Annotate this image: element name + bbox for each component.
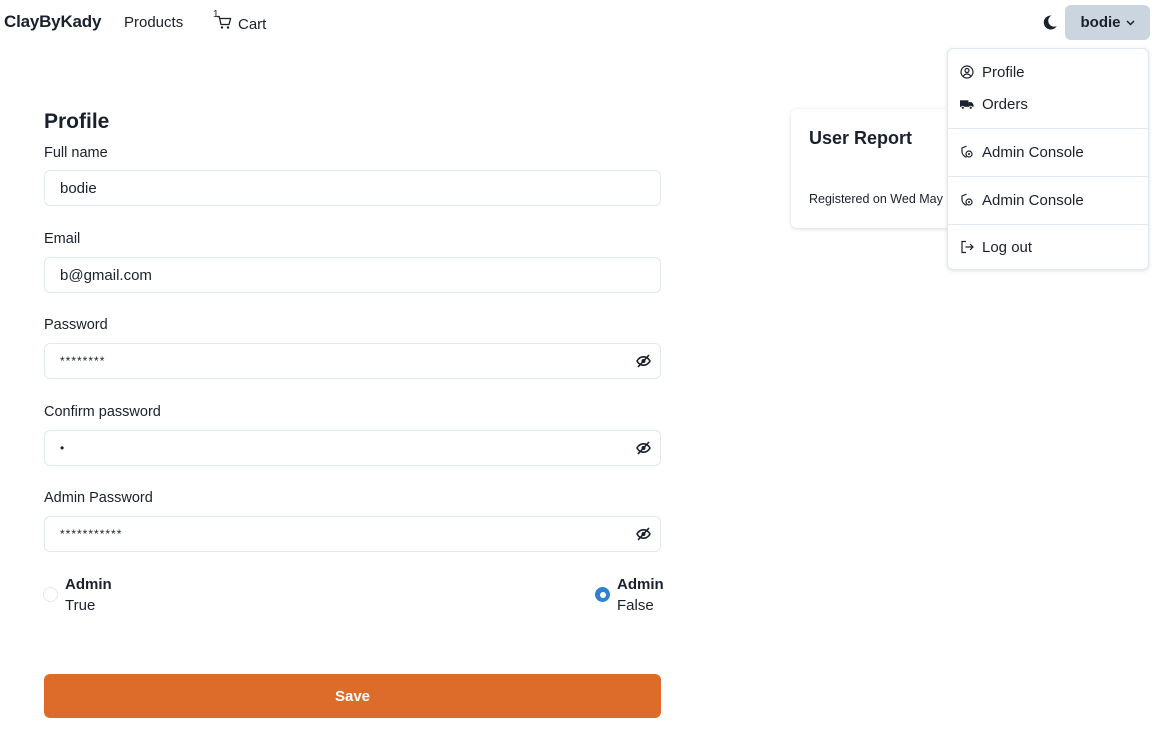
admin-true-text: Admin True — [65, 576, 112, 618]
nav-products-link[interactable]: Products — [124, 14, 183, 31]
registered-date-text: Registered on Wed May — [809, 192, 943, 206]
user-menu-button[interactable]: bodie — [1065, 5, 1150, 40]
nav-cart-link[interactable]: 1 Cart — [213, 9, 267, 34]
admin-true-option[interactable]: Admin True — [43, 576, 112, 618]
menu-item-label: Log out — [982, 238, 1033, 256]
menu-item-profile[interactable]: Profile — [948, 59, 1148, 85]
navbar: ClayByKady Products 1 Cart bodie — [0, 0, 1161, 44]
admin-false-text: Admin False — [617, 576, 664, 618]
user-menu-label: bodie — [1080, 14, 1121, 31]
full-name-label: Full name — [44, 145, 108, 161]
email-label: Email — [44, 231, 81, 247]
email-input[interactable]: b@gmail.com — [44, 257, 661, 293]
save-button[interactable]: Save — [44, 674, 661, 718]
menu-item-label: Orders — [982, 95, 1028, 113]
password-value: ******** — [60, 354, 106, 368]
menu-divider — [948, 224, 1148, 225]
menu-item-admin-console[interactable]: Admin Console — [948, 139, 1148, 165]
user-dropdown-menu: Profile Orders Admin Console Admin Conso… — [947, 48, 1149, 270]
confirm-password-input[interactable]: • — [44, 430, 661, 466]
menu-item-label: Admin Console — [982, 143, 1084, 161]
menu-divider — [948, 128, 1148, 129]
admin-true-radio[interactable] — [43, 587, 58, 602]
cart-label: Cart — [238, 15, 267, 33]
user-report-title: User Report — [809, 128, 913, 148]
eye-slash-icon[interactable] — [636, 441, 651, 458]
admin-false-title: Admin — [617, 576, 664, 593]
admin-false-radio[interactable] — [595, 587, 610, 602]
truck-icon — [960, 97, 974, 111]
password-input[interactable]: ******** — [44, 343, 661, 379]
menu-item-admin-console-2[interactable]: Admin Console — [948, 187, 1148, 213]
admin-password-input[interactable]: *********** — [44, 516, 661, 552]
user-circle-icon — [960, 65, 974, 79]
menu-item-label: Admin Console — [982, 191, 1084, 209]
logout-icon — [960, 240, 974, 254]
menu-item-orders[interactable]: Orders — [948, 91, 1148, 117]
chevron-down-icon — [1125, 19, 1135, 26]
moon-icon[interactable] — [1042, 14, 1058, 36]
admin-false-option[interactable]: Admin False — [595, 576, 664, 618]
user-report-card: User Report Registered on Wed May — [791, 109, 961, 228]
eye-slash-icon[interactable] — [636, 354, 651, 371]
brand-logo[interactable]: ClayByKady — [4, 12, 101, 32]
email-value: b@gmail.com — [60, 266, 152, 284]
full-name-value: bodie — [60, 179, 97, 197]
menu-item-label: Profile — [982, 63, 1025, 81]
confirm-password-value: • — [60, 441, 66, 455]
admin-true-sub: True — [65, 597, 96, 614]
eye-slash-icon[interactable] — [636, 527, 651, 544]
menu-item-logout[interactable]: Log out — [948, 234, 1148, 260]
admin-false-sub: False — [617, 597, 654, 614]
cart-count-badge: 1 — [213, 9, 219, 20]
password-label: Password — [44, 317, 108, 333]
admin-console-icon — [960, 145, 974, 159]
page-title: Profile — [44, 110, 110, 133]
full-name-input[interactable]: bodie — [44, 170, 661, 206]
confirm-password-label: Confirm password — [44, 404, 161, 420]
admin-password-value: *********** — [60, 527, 123, 541]
admin-password-label: Admin Password — [44, 490, 153, 506]
admin-console-icon — [960, 193, 974, 207]
admin-true-title: Admin — [65, 576, 112, 593]
menu-divider — [948, 176, 1148, 177]
